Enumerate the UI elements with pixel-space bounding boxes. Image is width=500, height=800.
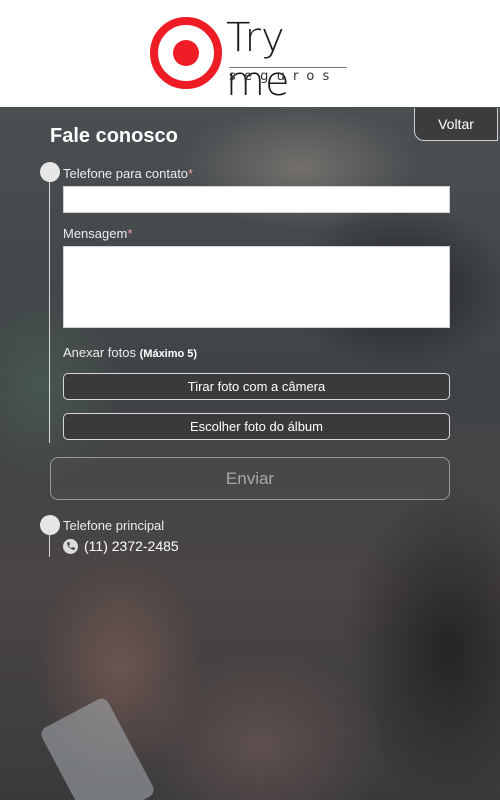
phone-icon [63,538,78,554]
back-button[interactable]: Voltar [414,108,498,141]
logo-dot [173,40,199,66]
phone-input[interactable] [63,186,450,213]
logo-ring-icon [150,17,222,89]
send-button[interactable]: Enviar [50,457,450,500]
timeline-dot [40,515,60,535]
timeline-line [49,178,50,443]
attach-limit-note: (Máximo 5) [139,348,198,360]
attach-label-text: Anexar fotos [63,345,136,360]
timeline-dot [40,162,60,182]
phone-label-text: Telefone para contato [63,166,189,181]
brand-tagline: seguros [229,69,338,84]
logo-divider [229,67,347,68]
required-mark: * [188,166,194,181]
message-textarea[interactable] [63,246,450,328]
brand-name: Try me [226,15,290,105]
choose-album-photo-button[interactable]: Escolher foto do álbum [63,413,450,440]
background-phone-shape [38,695,157,800]
take-photo-button[interactable]: Tirar foto com a câmera [63,373,450,400]
app-header: Try me seguros [0,0,500,107]
timeline-line [49,530,50,557]
message-label-text: Mensagem [63,226,128,241]
main-phone-link[interactable]: (11) 2372-2485 [63,537,179,555]
message-label: Mensagem* [63,226,132,242]
phone-label: Telefone para contato* [63,166,193,182]
page-title: Fale conosco [50,125,178,147]
attach-label: Anexar fotos (Máximo 5) [63,345,197,362]
main-phone-number: (11) 2372-2485 [84,538,179,554]
main-phone-label: Telefone principal [63,518,165,533]
required-mark: * [127,226,133,241]
